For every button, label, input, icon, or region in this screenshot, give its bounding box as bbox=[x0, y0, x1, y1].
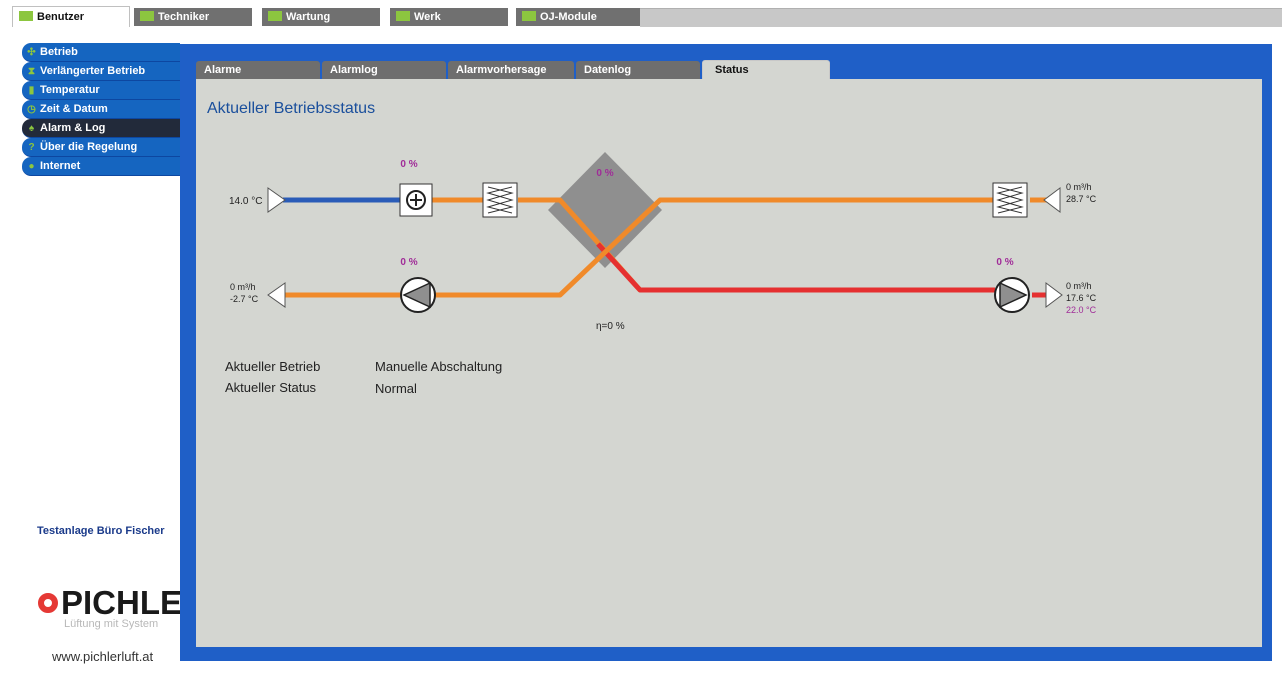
supply-fan-icon bbox=[994, 277, 1030, 313]
extract-flow: 0 m³/h bbox=[1066, 182, 1092, 192]
exhaust-temperature: -2.7 °C bbox=[230, 294, 259, 304]
supply-air-outlet-icon bbox=[1045, 282, 1063, 308]
status-label: Aktueller Status bbox=[225, 380, 317, 395]
filter-icon bbox=[992, 182, 1028, 218]
supply-duct-hot bbox=[596, 242, 995, 293]
heater-percent: 0 % bbox=[400, 159, 417, 170]
airflow-diagram: 0 % 0 % 0 % 0 % 14.0 °C η=0 % 0 m³/h -2.… bbox=[229, 152, 1097, 332]
efficiency: η=0 % bbox=[596, 321, 625, 332]
supply-temperature: 17.6 °C bbox=[1066, 293, 1097, 303]
betrieb-label: Aktueller Betrieb bbox=[225, 359, 321, 374]
status-value: Normal bbox=[375, 381, 417, 396]
extract-air-intake-icon bbox=[1043, 187, 1061, 213]
supply-setpoint: 22.0 °C bbox=[1066, 305, 1097, 315]
hx-percent: 0 % bbox=[596, 168, 613, 179]
supply-fan-percent: 0 % bbox=[996, 257, 1013, 268]
filter-icon bbox=[482, 182, 518, 218]
outdoor-temperature: 14.0 °C bbox=[229, 196, 262, 207]
exhaust-air-outlet-icon bbox=[267, 282, 286, 308]
exhaust-fan-icon bbox=[400, 277, 436, 313]
exhaust-fan-percent: 0 % bbox=[400, 257, 417, 268]
supply-flow: 0 m³/h bbox=[1066, 281, 1092, 291]
extract-temperature: 28.7 °C bbox=[1066, 194, 1097, 204]
outdoor-air-intake-icon bbox=[267, 187, 286, 213]
betrieb-value: Manuelle Abschaltung bbox=[375, 359, 503, 374]
extract-duct bbox=[435, 197, 995, 298]
exhaust-flow: 0 m³/h bbox=[230, 282, 256, 292]
